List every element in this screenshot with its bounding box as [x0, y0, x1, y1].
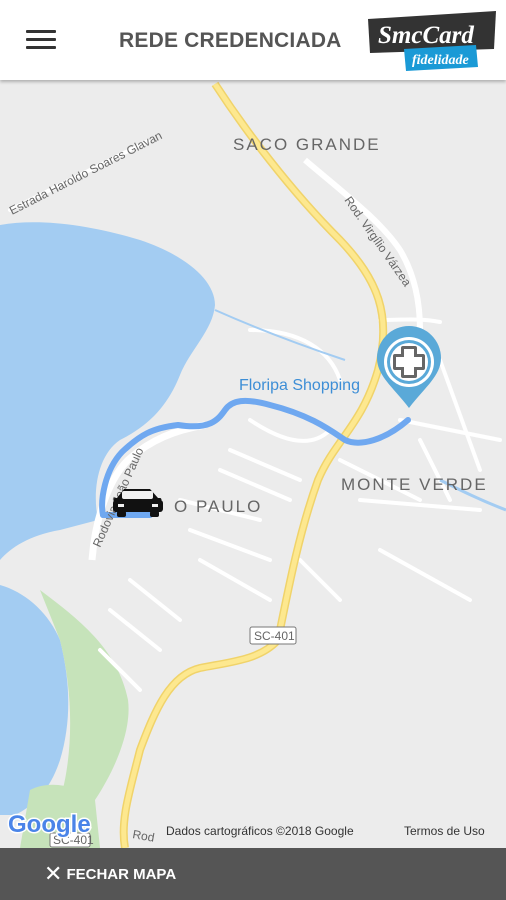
map-attribution: Dados cartográficos ©2018 Google [166, 824, 354, 838]
logo-main-text: SmcCard [378, 22, 474, 49]
logo-sub-text: fidelidade [412, 53, 469, 68]
poi-label: Floripa Shopping [239, 377, 360, 394]
highway-shield: SC-401 [254, 629, 295, 643]
close-map-button[interactable]: ✕ FECHAR MAPA [44, 848, 176, 900]
route-map[interactable]: SACO GRANDE MONTE VERDE O PAULO Estrada … [0, 80, 506, 848]
area-label: SACO GRANDE [233, 135, 381, 154]
menu-button[interactable] [26, 30, 56, 54]
google-logo: Google [7, 810, 93, 840]
svg-text:Google: Google [8, 811, 91, 838]
app-header: REDE CREDENCIADA SmcCard fidelidade [0, 0, 506, 80]
page-title: REDE CREDENCIADA [119, 29, 342, 52]
terms-link[interactable]: Termos de Uso [404, 824, 485, 838]
hamburger-menu-icon [26, 30, 56, 33]
close-map-label: FECHAR MAPA [66, 865, 177, 883]
close-icon: ✕ [44, 861, 63, 886]
smccard-logo: SmcCard fidelidade [368, 11, 496, 71]
footer-bar: ✕ FECHAR MAPA [0, 848, 506, 900]
area-label: MONTE VERDE [341, 475, 488, 494]
area-label: O PAULO [174, 497, 262, 516]
